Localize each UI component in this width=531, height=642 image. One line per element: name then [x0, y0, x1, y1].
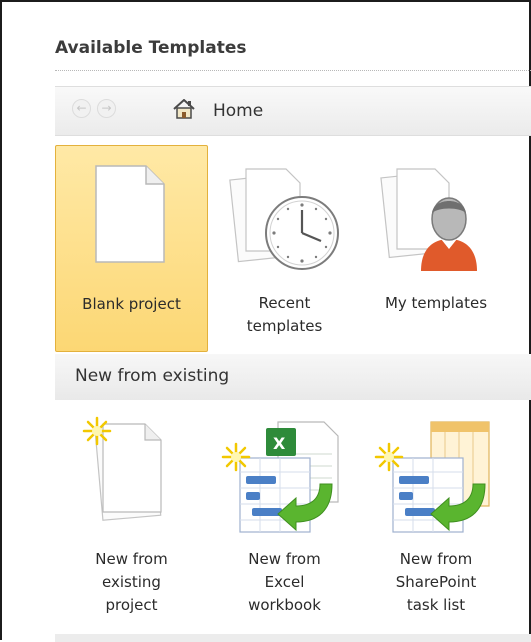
person-documents-icon [380, 168, 477, 271]
section-new-from-existing: New from existing [55, 354, 531, 400]
clock-documents-icon [229, 168, 339, 270]
label-line: Excel [264, 573, 305, 591]
label-line: SharePoint [395, 573, 477, 591]
tile-blank-project[interactable]: Blank project [55, 145, 208, 352]
home-icon[interactable] [173, 99, 195, 119]
tile-label: Recent templates [208, 292, 361, 338]
label-line: existing [102, 573, 161, 591]
tile-label: New from existing project [55, 548, 208, 617]
label-line: workbook [248, 596, 321, 614]
tile-label: New from SharePoint task list [361, 548, 511, 617]
label-line: Blank project [82, 295, 181, 313]
sharepoint-gantt-icon [374, 421, 490, 533]
tile-new-from-existing-project[interactable]: New from existing project [55, 404, 208, 632]
label-line: My templates [384, 294, 488, 312]
next-section-header [55, 634, 531, 642]
heading-divider [55, 70, 531, 71]
excel-gantt-icon: X [221, 421, 339, 533]
label-line: templates [246, 317, 323, 335]
tile-new-from-excel-workbook[interactable]: X New from Excel workbook [208, 404, 361, 632]
forward-arrow-icon[interactable]: → [97, 99, 116, 118]
available-templates-heading: Available Templates [55, 38, 247, 58]
label-line: Recent [258, 294, 311, 312]
svg-text:X: X [273, 434, 286, 453]
label-line: task list [406, 596, 466, 614]
back-arrow-icon[interactable]: ← [72, 99, 91, 118]
blank-document-icon [95, 165, 165, 263]
section-title: New from existing [75, 366, 230, 386]
tile-label: New from Excel workbook [208, 548, 361, 617]
label-line: project [105, 596, 158, 614]
label-line: New from [95, 550, 168, 568]
tile-my-templates[interactable]: My templates [361, 145, 511, 352]
home-link[interactable]: Home [213, 101, 263, 121]
new-document-star-icon [82, 416, 162, 521]
tile-label: Blank project [56, 293, 207, 316]
tile-label: My templates [361, 292, 511, 315]
dialog-frame: Available Templates ← → Home Blank proje… [0, 0, 531, 642]
label-line: New from [399, 550, 473, 568]
label-line: New from [248, 550, 321, 568]
tile-new-from-sharepoint-task-list[interactable]: New from SharePoint task list [361, 404, 511, 632]
navigation-bar: ← → Home [55, 86, 531, 136]
tile-recent-templates[interactable]: Recent templates [208, 145, 361, 352]
